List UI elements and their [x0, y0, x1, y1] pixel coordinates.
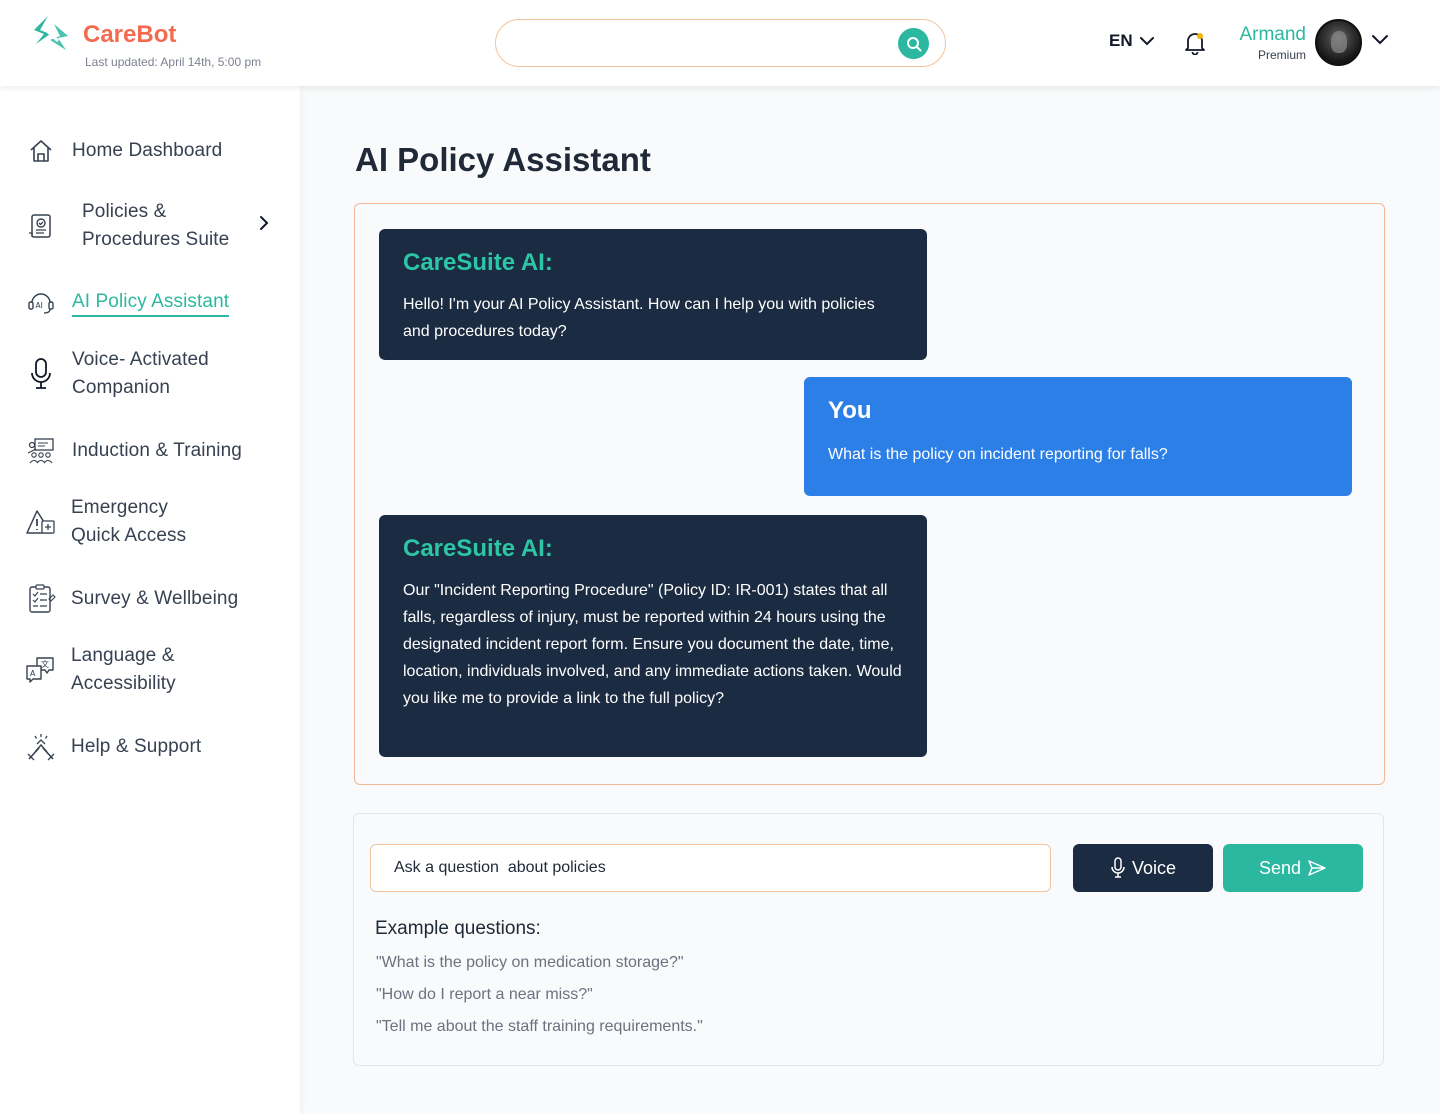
examples-heading: Example questions:	[375, 918, 541, 939]
brand-name[interactable]: CareBot	[83, 21, 176, 49]
example-question[interactable]: "Tell me about the staff training requir…	[376, 1018, 703, 1036]
chevron-right-icon	[260, 216, 269, 230]
avatar[interactable]	[1315, 19, 1362, 66]
search-button[interactable]	[898, 28, 929, 59]
message-text: What is the policy on incident reporting…	[828, 446, 1168, 463]
sidebar-item-ai-policy-assistant[interactable]: AI AI Policy Assistant	[24, 286, 230, 320]
send-button-label: Send	[1258, 857, 1302, 878]
message-sender: CareSuite AI:	[403, 535, 553, 562]
chat-message-ai: CareSuite AI: Hello! I'm your AI Policy …	[379, 229, 927, 360]
notification-dot	[1197, 33, 1203, 39]
language-code: EN	[1109, 31, 1133, 50]
svg-text:文: 文	[41, 659, 49, 669]
chat-history[interactable]: CareSuite AI: Hello! I'm your AI Policy …	[354, 203, 1385, 785]
last-updated-text: Last updated: April 14th, 5:00 pm	[85, 55, 262, 69]
example-question[interactable]: "What is the policy on medication storag…	[376, 954, 684, 972]
voice-button[interactable]: Voice	[1073, 844, 1213, 892]
svg-text:AI: AI	[36, 301, 43, 310]
sidebar-item-label: Accessibility	[71, 673, 176, 694]
microphone-icon	[24, 357, 58, 391]
sidebar-item-voice-companion[interactable]: Voice- Activated Companion	[24, 346, 209, 402]
sidebar-item-label: Language &	[71, 645, 175, 666]
message-sender: CareSuite AI:	[403, 249, 553, 276]
search-icon	[906, 36, 921, 51]
send-icon	[1308, 860, 1326, 876]
home-icon	[24, 134, 58, 168]
user-name[interactable]: Armand	[1239, 24, 1306, 46]
policy-document-icon	[24, 209, 58, 243]
survey-icon	[24, 582, 58, 616]
language-selector[interactable]: EN	[1109, 31, 1155, 51]
sidebar-item-label: Policies &	[82, 201, 167, 222]
search-bar	[495, 19, 946, 67]
sidebar-item-help-support[interactable]: Help & Support	[24, 730, 201, 764]
sidebar-item-label: Emergency	[71, 497, 168, 518]
top-header: CareBot Last updated: April 14th, 5:00 p…	[0, 0, 1440, 86]
ai-assistant-icon: AI	[24, 286, 58, 320]
sidebar-item-label: Help & Support	[71, 736, 202, 757]
chat-message-ai: CareSuite AI: Our "Incident Reporting Pr…	[379, 515, 927, 757]
carebot-logo-icon[interactable]	[30, 14, 72, 54]
message-text: Hello! I'm your AI Policy Assistant. How…	[403, 296, 875, 340]
voice-button-label: Voice	[1131, 857, 1177, 878]
example-question[interactable]: "How do I report a near miss?"	[376, 986, 593, 1004]
sidebar-item-induction-training[interactable]: Induction & Training	[24, 434, 242, 468]
sidebar-item-home-dashboard[interactable]: Home Dashboard	[24, 134, 222, 168]
sidebar-item-label: Home Dashboard	[72, 140, 223, 161]
message-text: Our "Incident Reporting Procedure" (Poli…	[403, 582, 902, 707]
sidebar-item-label: Induction & Training	[72, 440, 242, 461]
sidebar-item-label: AI Policy Assistant	[72, 289, 230, 317]
training-icon	[24, 434, 58, 468]
microphone-icon	[1111, 857, 1125, 878]
sidebar-item-survey-wellbeing[interactable]: Survey & Wellbeing	[24, 582, 238, 616]
message-sender: You	[828, 397, 872, 424]
sidebar-item-label-group: Policies & Procedures Suite	[82, 198, 229, 254]
sidebar-item-policies-procedures[interactable]: Policies & Procedures Suite	[24, 198, 274, 254]
page-title: AI Policy Assistant	[355, 141, 651, 178]
sidebar-item-language-accessibility[interactable]: 文A Language & Accessibility	[24, 642, 176, 698]
question-input[interactable]	[370, 844, 1051, 892]
sidebar-item-label: Quick Access	[71, 525, 187, 546]
language-icon: 文A	[24, 653, 58, 687]
sidebar-item-label-group: Language & Accessibility	[71, 642, 176, 698]
sidebar-item-label: Procedures Suite	[82, 229, 230, 250]
svg-text:A: A	[30, 669, 36, 678]
chevron-down-icon[interactable]	[1371, 34, 1389, 46]
sidebar-item-emergency-quick-access[interactable]: Emergency Quick Access	[24, 494, 186, 550]
support-icon	[24, 730, 58, 764]
sidebar-item-label: Companion	[72, 377, 171, 398]
sidebar-item-label: Survey & Wellbeing	[71, 588, 239, 609]
send-button[interactable]: Send	[1223, 844, 1363, 892]
emergency-icon	[24, 505, 58, 539]
user-tier: Premium	[1257, 48, 1306, 62]
search-input[interactable]	[516, 30, 876, 58]
sidebar: Home Dashboard Policies & Procedures Sui…	[0, 86, 300, 1114]
question-panel: Voice Send Example questions: "What is t…	[353, 813, 1384, 1066]
chevron-down-icon	[1139, 37, 1154, 46]
sidebar-item-label: Voice- Activated	[72, 349, 209, 370]
sidebar-item-label-group: Voice- Activated Companion	[72, 346, 209, 402]
sidebar-item-label-group: Emergency Quick Access	[71, 494, 186, 550]
chat-message-user: You What is the policy on incident repor…	[804, 377, 1352, 496]
